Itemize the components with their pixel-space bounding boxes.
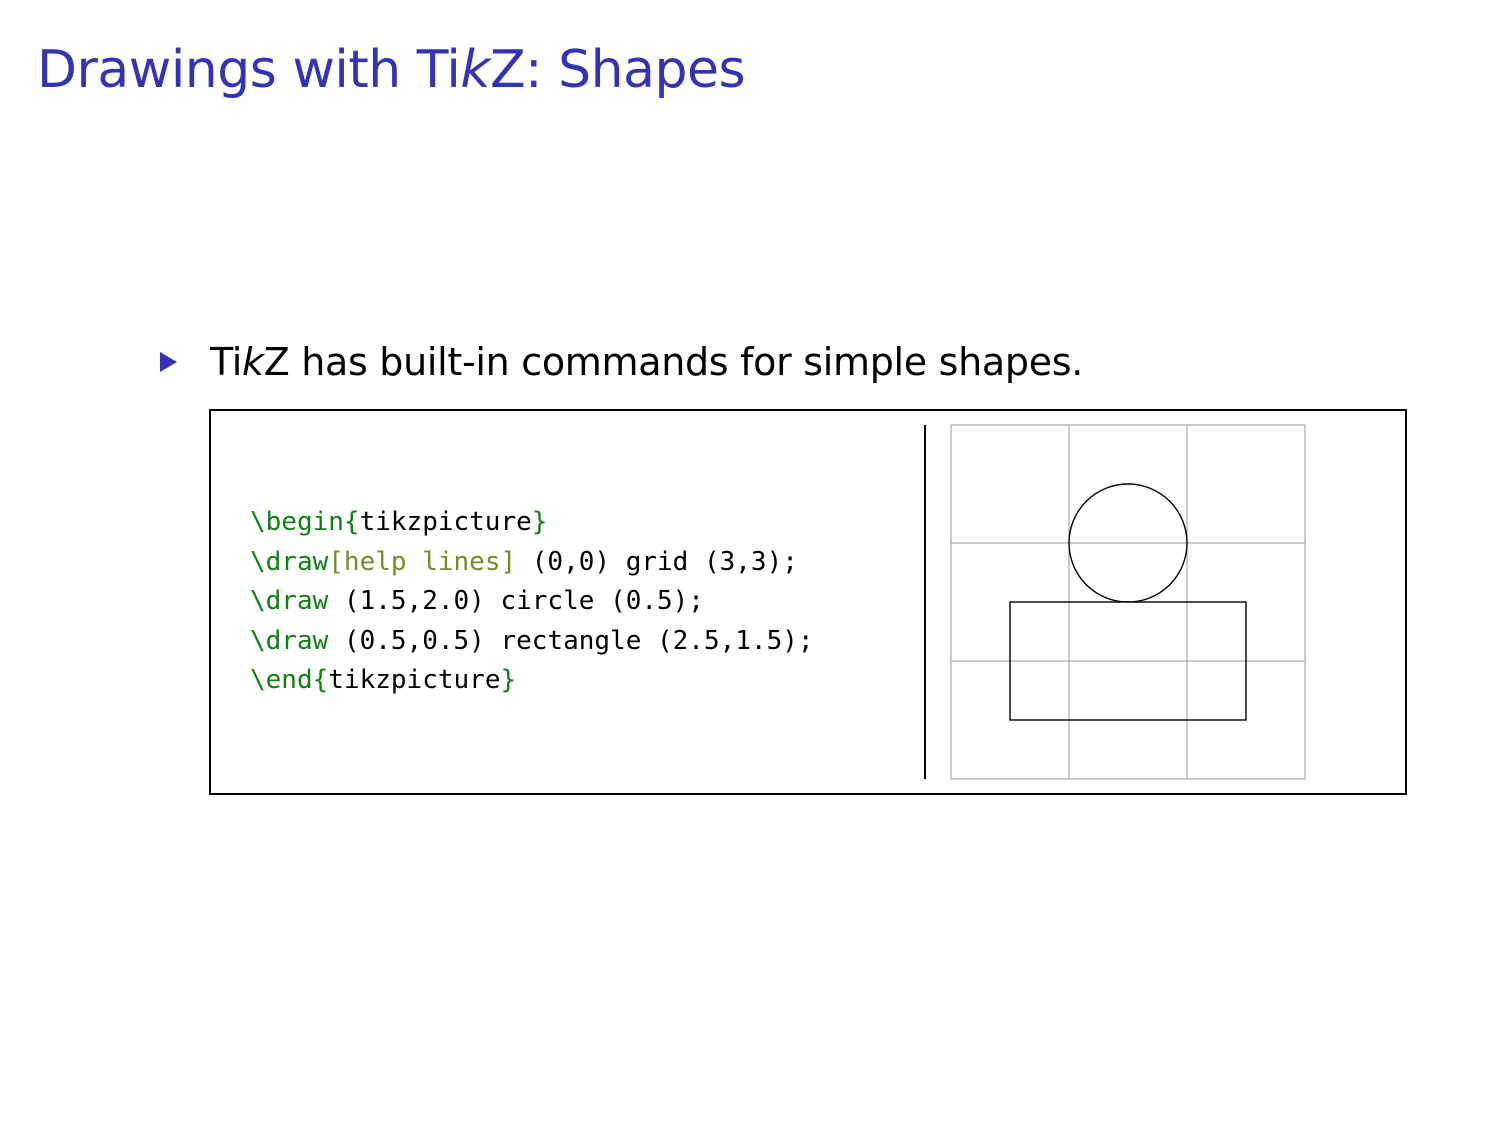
code-line-begin: \begin{tikzpicture} [250,503,814,543]
bullet-text: TikZ has built-in commands for simple sh… [210,340,1083,384]
bullet-triangle-icon [160,352,177,372]
code-line-grid: \draw[help lines] (0,0) grid (3,3); [250,543,814,583]
code-line-circle: \draw (1.5,2.0) circle (0.5); [250,582,814,622]
code-rest: (1.5,2.0) circle (0.5); [328,586,704,616]
code-brace-open: { [343,507,360,537]
title-part-1: Drawings with Ti [37,40,461,100]
title-part-italic: k [460,40,490,100]
bullet-text-part-1: Ti [210,340,243,384]
example-box: \begin{tikzpicture} \draw[help lines] (0,… [209,409,1407,795]
code-line-rectangle: \draw (0.5,0.5) rectangle (2.5,1.5); [250,622,814,662]
code-argument: tikzpicture [328,665,501,695]
slide-title: Drawings with TikZ: Shapes [37,38,746,102]
code-brace-close: } [531,507,548,537]
bullet-text-part-2: Z has built-in commands for simple shape… [263,340,1084,384]
title-part-2: Z: Shapes [489,40,746,100]
tikz-output-figure [950,424,1306,780]
bullet-item: TikZ has built-in commands for simple sh… [160,338,1083,386]
code-brace-open: { [312,665,329,695]
code-output-divider [924,425,926,779]
bullet-text-italic: k [242,340,264,384]
code-option: [help lines] [328,546,517,577]
code-command: \draw [250,625,329,656]
code-argument: tikzpicture [359,507,532,537]
code-rest: (0,0) grid (3,3); [516,546,798,577]
code-brace-close: } [500,665,517,695]
code-line-end: \end{tikzpicture} [250,661,814,701]
code-rest: (0.5,0.5) rectangle (2.5,1.5); [328,625,814,656]
code-command: \end [250,665,313,695]
code-command: \begin [250,507,344,537]
code-command: \draw [250,586,329,616]
code-command: \draw [250,546,329,577]
code-listing: \begin{tikzpicture} \draw[help lines] (0,… [250,503,814,701]
